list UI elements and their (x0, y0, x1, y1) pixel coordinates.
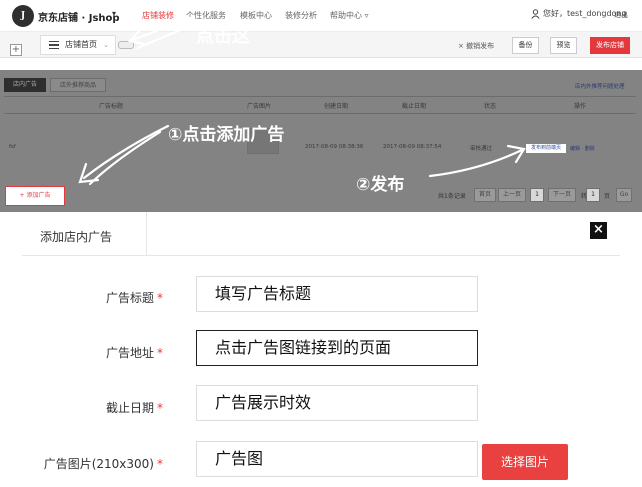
annotation-step2: ②发布 (356, 175, 405, 195)
annotation-arrows (78, 16, 526, 186)
annotation-step1: ①点击添加广告 (168, 125, 285, 145)
arrow-line-publish (428, 148, 524, 178)
screenshot-root: J 京东店铺 · Jshop ▾ 店铺装修 个性化服务 模板中心 装修分析 帮助… (0, 0, 642, 487)
annotation-click-here: 点击这 (196, 26, 250, 47)
